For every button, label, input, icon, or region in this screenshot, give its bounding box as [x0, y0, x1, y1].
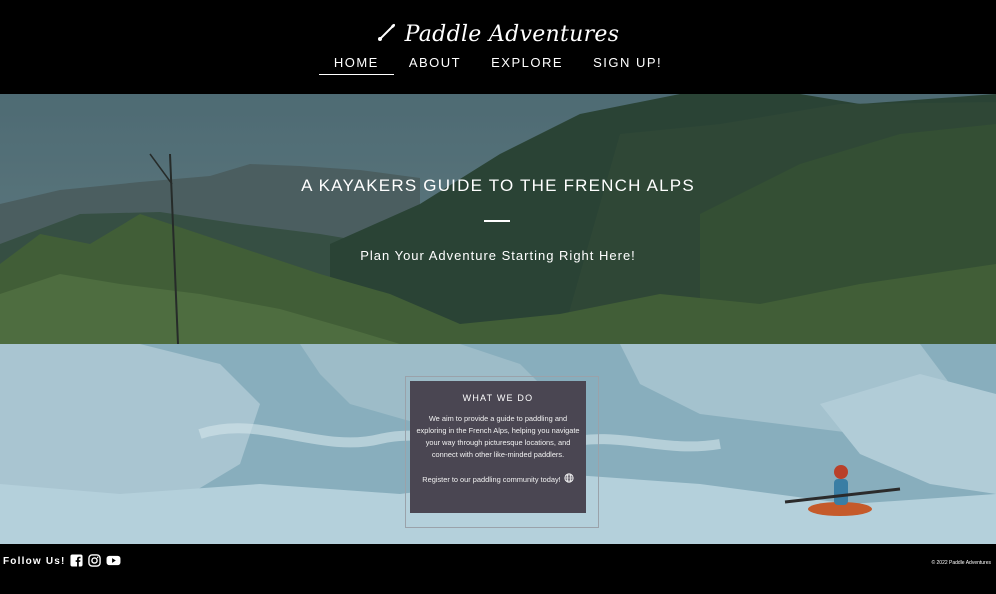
- copyright-text: © 2022 Paddle Adventures: [931, 560, 991, 566]
- what-we-do-card: WHAT WE DO We aim to provide a guide to …: [410, 381, 586, 513]
- register-cta[interactable]: Register to our paddling community today…: [414, 473, 582, 485]
- card-cta-text: Register to our paddling community today…: [422, 474, 561, 484]
- hero-divider: [484, 220, 510, 222]
- globe-icon: [564, 473, 574, 485]
- brand-link[interactable]: Paddle Adventures: [377, 22, 620, 47]
- social-links: [70, 554, 121, 567]
- nav-sign-up[interactable]: SIGN UP!: [578, 55, 677, 75]
- brand-name: Paddle Adventures: [404, 22, 620, 47]
- nav-about[interactable]: ABOUT: [394, 55, 476, 75]
- paddle-icon: [377, 22, 397, 47]
- facebook-icon[interactable]: [70, 554, 83, 567]
- what-we-do-section: WHAT WE DO We aim to provide a guide to …: [0, 344, 996, 544]
- mountain-background: [0, 94, 996, 344]
- hero-subtitle: Plan Your Adventure Starting Right Here!: [360, 248, 636, 263]
- hero-title: A KAYAKERS GUIDE TO THE FRENCH ALPS: [301, 176, 695, 195]
- brand: Paddle Adventures: [0, 22, 996, 47]
- card-description: We aim to provide a guide to paddling an…: [416, 414, 580, 459]
- follow-us-label: Follow Us!: [3, 556, 66, 567]
- hero-section: A KAYAKERS GUIDE TO THE FRENCH ALPS Plan…: [0, 94, 996, 344]
- youtube-icon[interactable]: [106, 554, 121, 567]
- card-title: WHAT WE DO: [462, 393, 534, 403]
- instagram-icon[interactable]: [88, 554, 101, 567]
- nav-explore[interactable]: EXPLORE: [476, 55, 578, 75]
- main-nav: HOME ABOUT EXPLORE SIGN UP!: [0, 55, 996, 75]
- site-header: Paddle Adventures HOME ABOUT EXPLORE SIG…: [0, 0, 996, 94]
- site-footer: Follow Us! © 2022 Paddle Adventures: [0, 544, 996, 594]
- what-we-do-card-frame: WHAT WE DO We aim to provide a guide to …: [405, 376, 599, 528]
- nav-home[interactable]: HOME: [318, 55, 394, 75]
